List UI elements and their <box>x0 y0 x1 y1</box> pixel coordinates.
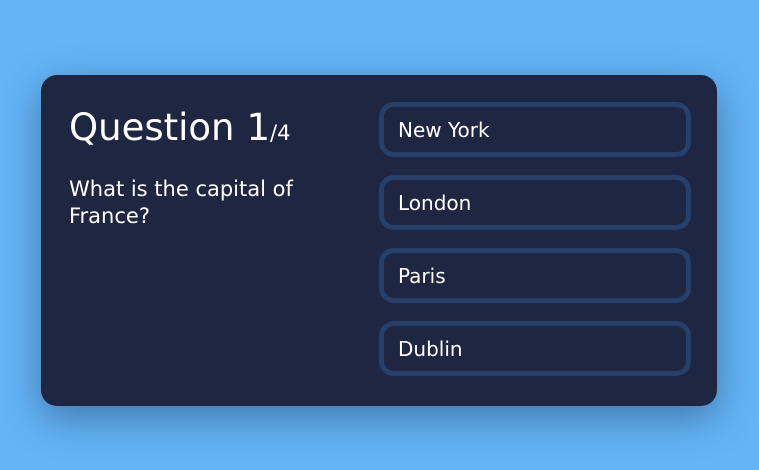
quiz-card: Question 1 /4 What is the capital of Fra… <box>41 75 717 406</box>
question-total: /4 <box>270 121 291 145</box>
question-label: Question <box>69 106 235 149</box>
question-section: Question 1 /4 What is the capital of Fra… <box>69 109 359 230</box>
answer-button-new-york[interactable]: New York <box>379 102 691 157</box>
answer-button-paris[interactable]: Paris <box>379 248 691 303</box>
answer-button-dublin[interactable]: Dublin <box>379 321 691 376</box>
question-current-number: 1 <box>246 106 271 149</box>
answer-section: New York London Paris Dublin <box>379 102 691 376</box>
answer-button-london[interactable]: London <box>379 175 691 230</box>
question-text: What is the capital of France? <box>69 177 293 228</box>
question-count: Question 1 /4 <box>69 109 359 146</box>
